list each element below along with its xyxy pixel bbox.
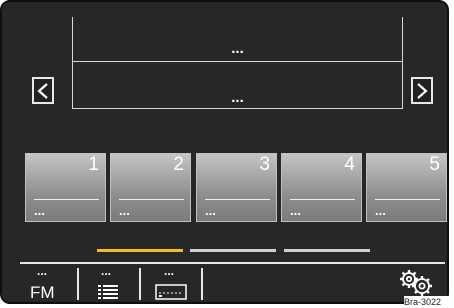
page-indicator-1[interactable] — [97, 249, 183, 252]
station-info-text-2: ... — [231, 89, 244, 106]
tab-presets-dots: ... — [164, 264, 175, 278]
preset-number: 2 — [173, 154, 184, 175]
preset-name: ... — [290, 203, 301, 218]
chevron-left-icon — [37, 83, 48, 99]
tab-fm-dots: ... — [37, 264, 48, 278]
preset-divider — [119, 199, 184, 200]
preset-number: 3 — [259, 154, 270, 175]
next-station-button[interactable] — [411, 77, 433, 104]
preset-divider — [205, 199, 270, 200]
gears-icon[interactable] — [398, 268, 434, 296]
preset-number: 4 — [344, 154, 355, 175]
list-icon — [98, 285, 118, 299]
preset-button-5[interactable]: 5 ... — [366, 153, 447, 222]
preset-button-3[interactable]: 3 ... — [196, 153, 277, 222]
preset-name: ... — [375, 203, 386, 218]
chevron-right-icon — [417, 83, 428, 99]
preset-name: ... — [205, 203, 216, 218]
tab-fm[interactable]: ... FM — [20, 264, 75, 302]
preset-bar-icon — [155, 284, 187, 300]
page-indicator-3[interactable] — [284, 249, 370, 252]
figure-reference-label: Bra-3022 — [404, 296, 454, 308]
tab-presets[interactable]: ... — [144, 264, 199, 302]
station-info-line-2[interactable]: ... — [72, 61, 403, 109]
tab-divider — [201, 268, 203, 300]
preset-divider — [290, 199, 355, 200]
tab-divider — [139, 268, 141, 300]
previous-station-button[interactable] — [32, 77, 54, 104]
preset-name: ... — [34, 203, 45, 218]
preset-divider — [375, 199, 440, 200]
preset-number: 5 — [429, 154, 440, 175]
station-info-text-1: ... — [231, 40, 244, 57]
tab-divider — [77, 268, 79, 300]
preset-button-2[interactable]: 2 ... — [110, 153, 191, 222]
radio-screen: ... ... 1 ... 2 ... 3 ... 4 ... 5 ... ..… — [0, 0, 449, 304]
page-indicator-2[interactable] — [190, 249, 276, 252]
station-info-line-1[interactable]: ... — [72, 17, 403, 62]
tab-list-dots: ... — [101, 264, 112, 278]
preset-number: 1 — [88, 154, 99, 175]
tab-fm-label: FM — [30, 283, 55, 302]
tab-station-list[interactable]: ... — [82, 264, 137, 302]
preset-button-4[interactable]: 4 ... — [281, 153, 362, 222]
preset-name: ... — [119, 203, 130, 218]
preset-divider — [34, 199, 99, 200]
preset-button-1[interactable]: 1 ... — [25, 153, 106, 222]
